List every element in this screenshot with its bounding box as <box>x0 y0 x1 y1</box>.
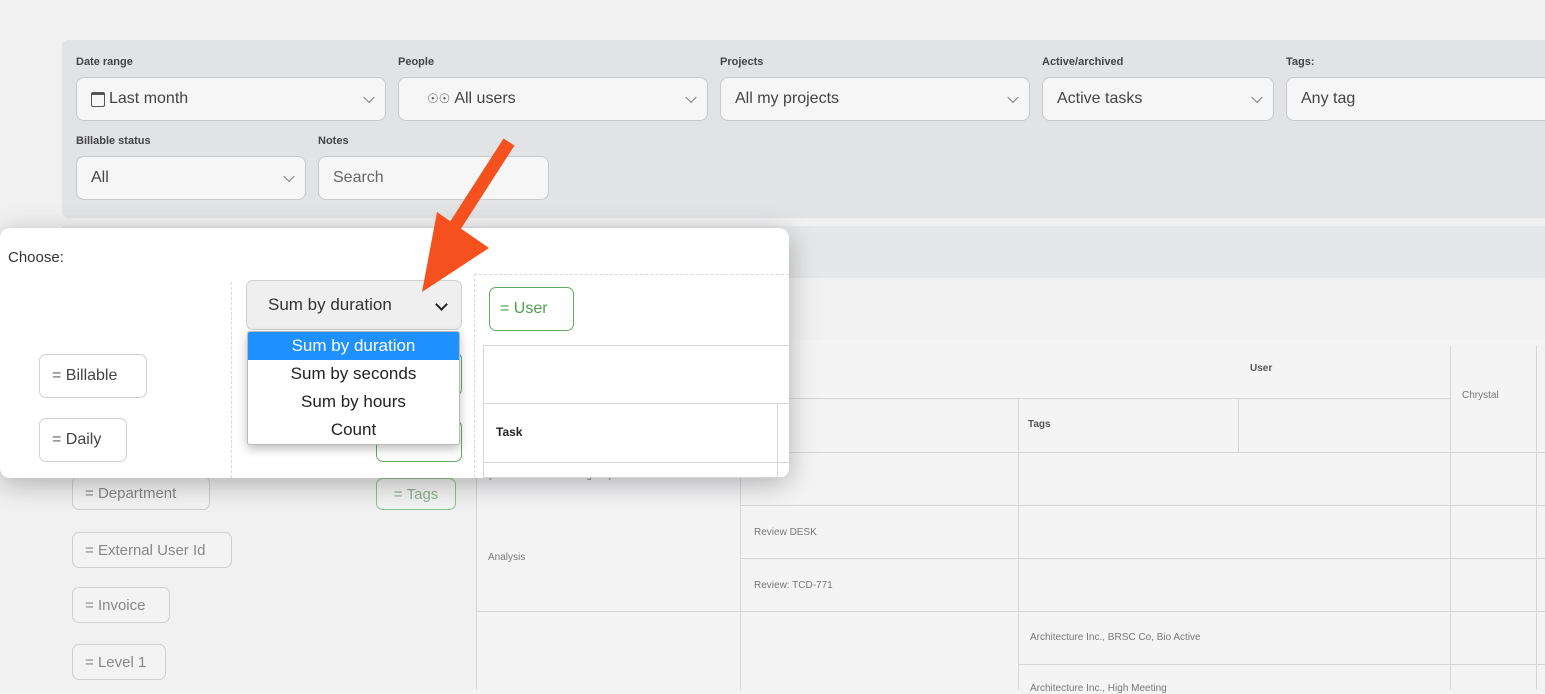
chip-department[interactable]: = Department <box>72 476 210 510</box>
chip-label: Invoice <box>97 596 146 614</box>
notes-placeholder: Search <box>333 169 384 186</box>
date-range-label: Date range <box>76 56 133 68</box>
drag-handle-icon: = <box>85 541 98 559</box>
chip-tags[interactable]: = Tags <box>376 478 456 510</box>
chip-invoice[interactable]: = Invoice <box>72 587 170 623</box>
chevron-down-icon <box>1251 91 1263 104</box>
divider <box>474 274 789 275</box>
table-cell-note: Review: TCD-771 <box>754 580 833 591</box>
active-archived-select[interactable]: Active tasks <box>1042 77 1274 121</box>
divider <box>777 403 778 478</box>
option-sum-by-hours[interactable]: Sum by hours <box>248 388 459 416</box>
people-select[interactable]: ☉☉ All users <box>398 77 708 121</box>
chevron-down-icon <box>685 91 697 104</box>
chip-label: External User Id <box>97 541 206 559</box>
annotation-arrow-icon <box>422 138 515 292</box>
date-range-value: Last month <box>109 90 189 107</box>
table-header-user: User <box>1250 363 1273 374</box>
divider <box>476 611 1545 612</box>
table-header-user-name: Chrystal <box>1462 390 1499 401</box>
drag-handle-icon: = <box>52 431 66 448</box>
table-cell-tags: Architecture Inc., High Meeting <box>1030 683 1167 694</box>
chip-label: Tags <box>406 485 439 503</box>
drag-handle-icon: = <box>85 596 98 614</box>
billable-status-select[interactable]: All <box>76 156 306 200</box>
divider <box>740 505 1545 506</box>
projects-select[interactable]: All my projects <box>720 77 1030 121</box>
active-archived-label: Active/archived <box>1042 56 1124 68</box>
tags-select[interactable]: Any tag <box>1286 77 1545 121</box>
option-sum-by-seconds[interactable]: Sum by seconds <box>248 360 459 388</box>
divider <box>1238 398 1239 452</box>
tags-value: Any tag <box>1301 90 1356 107</box>
table-cell-note: Review DESK <box>754 527 817 538</box>
divider <box>740 452 741 690</box>
chip-label: Billable <box>65 367 118 384</box>
people-label: People <box>398 56 435 68</box>
aggregation-chooser-modal: Choose: = Billable = Daily Notes = User … <box>0 228 789 478</box>
table-preview <box>483 345 789 478</box>
drag-handle-icon: = <box>85 653 98 671</box>
billable-status-label: Billable status <box>76 135 151 147</box>
users-icon: ☉☉ <box>427 91 451 106</box>
chip-label: Level 1 <box>97 653 147 671</box>
divider <box>231 282 232 478</box>
billable-status-value: All <box>91 169 109 186</box>
calendar-icon <box>91 91 105 107</box>
chip-level-1[interactable]: = Level 1 <box>72 644 166 680</box>
people-value: All users <box>454 90 516 107</box>
projects-label: Projects <box>720 56 764 68</box>
date-range-select[interactable]: Last month <box>76 77 386 121</box>
projects-value: All my projects <box>735 90 840 107</box>
chip-billable[interactable]: = Billable <box>39 354 147 398</box>
notes-label: Notes <box>318 135 349 147</box>
drag-handle-icon: = <box>52 367 66 384</box>
chip-label: Daily <box>65 431 102 448</box>
table-cell-task: Analysis <box>488 552 526 563</box>
table-cell-tags: Architecture Inc., BRSC Co, Bio Active <box>1030 632 1201 643</box>
divider <box>740 398 1450 399</box>
divider <box>1536 346 1537 690</box>
option-count[interactable]: Count <box>248 416 459 444</box>
chip-daily[interactable]: = Daily <box>39 418 127 462</box>
divider <box>1018 398 1019 690</box>
divider <box>740 558 1545 559</box>
table-header-tags: Tags <box>1028 419 1051 430</box>
modal-title: Choose: <box>8 249 64 266</box>
active-archived-value: Active tasks <box>1057 90 1143 107</box>
divider <box>483 462 789 463</box>
divider <box>1018 664 1545 665</box>
chip-label: Department <box>97 484 177 502</box>
table-header-task: Task <box>496 425 523 439</box>
aggregation-select-value: Sum by duration <box>268 295 392 314</box>
aggregation-options-list: Sum by duration Sum by seconds Sum by ho… <box>247 331 460 445</box>
chevron-down-icon <box>283 170 295 183</box>
chip-external-user-id[interactable]: = External User Id <box>72 532 232 568</box>
tags-label: Tags: <box>1286 56 1315 68</box>
option-sum-by-duration[interactable]: Sum by duration <box>248 332 459 360</box>
chevron-down-icon <box>1007 91 1019 104</box>
divider <box>483 403 789 404</box>
drag-handle-icon: = <box>85 484 98 502</box>
drag-handle-icon: = <box>393 485 407 503</box>
divider <box>1450 346 1451 690</box>
chevron-down-icon <box>363 91 375 104</box>
